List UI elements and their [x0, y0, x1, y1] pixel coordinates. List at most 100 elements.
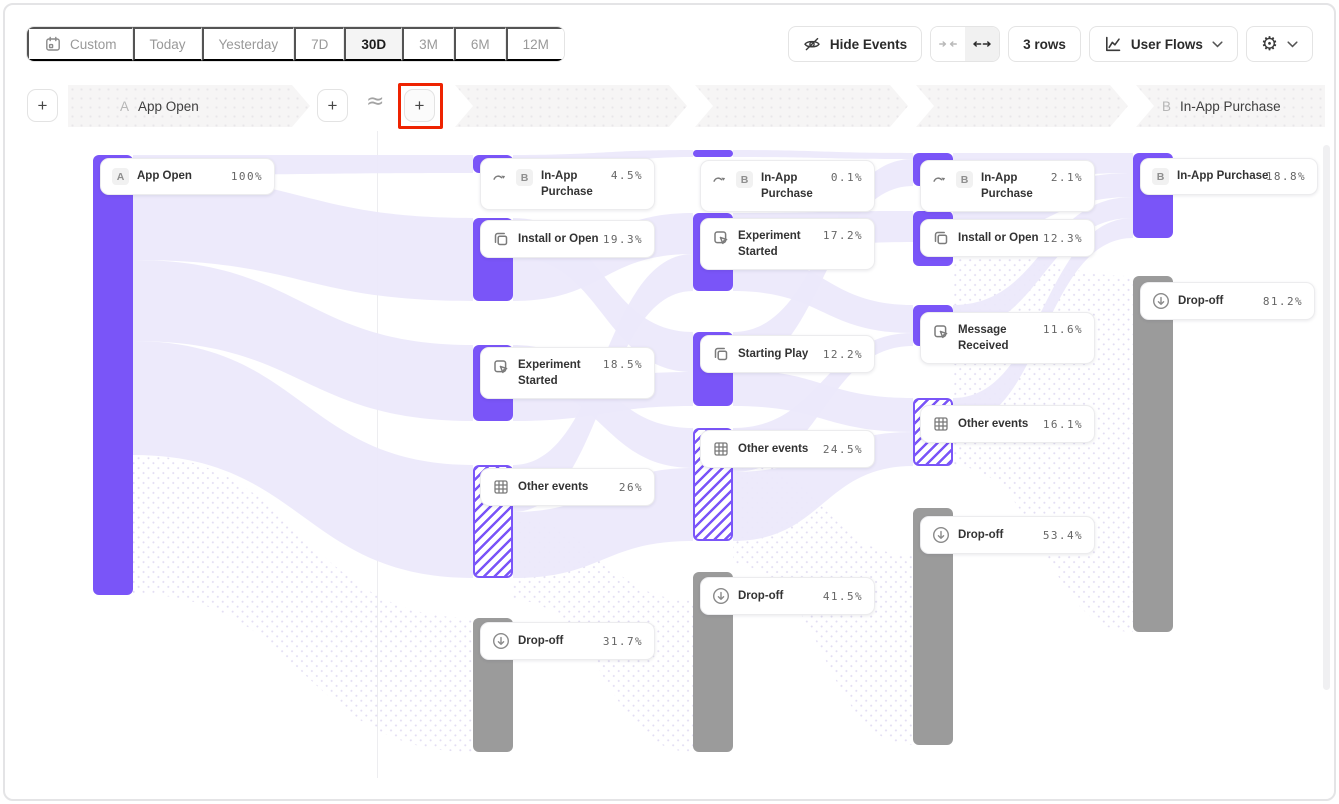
- date-range-label: Custom: [70, 37, 117, 52]
- node-percentage: 41.5%: [823, 590, 863, 603]
- eye-off-icon: [803, 35, 821, 53]
- rows-label: 3 rows: [1023, 37, 1066, 52]
- date-range-12m[interactable]: 12M: [506, 27, 564, 61]
- grid-icon: [932, 415, 950, 433]
- node-card-message-received-4[interactable]: Message Received11.6%: [920, 312, 1095, 364]
- node-percentage: 0.1%: [831, 171, 863, 184]
- node-percentage: 53.4%: [1043, 529, 1083, 542]
- node-label: Other events: [738, 441, 815, 457]
- node-card-in-app-purchase-4[interactable]: BIn-App Purchase2.1%: [920, 160, 1095, 212]
- date-range-label: 3M: [419, 37, 438, 52]
- node-card-experiment-started-2[interactable]: Experiment Started 18.5%: [480, 347, 655, 399]
- series-badge-a: A: [112, 168, 129, 185]
- node-percentage: 18.5%: [603, 358, 643, 371]
- date-range-label: 12M: [523, 37, 549, 52]
- drop-off-icon: [1152, 292, 1170, 310]
- node-label: In-App Purchase: [981, 170, 1043, 202]
- add-step-button-left[interactable]: +: [27, 89, 58, 122]
- node-label: Drop-off: [738, 588, 815, 604]
- series-badge-b: B: [1152, 168, 1169, 185]
- stacked-squares-icon: [932, 229, 950, 247]
- step-column-header-a[interactable]: A App Open: [68, 85, 310, 127]
- step-column-header-b[interactable]: B In-App Purchase: [1136, 85, 1325, 127]
- node-bar-drop-off-5[interactable]: [1133, 276, 1173, 632]
- trend-arrow-icon: [932, 171, 948, 187]
- settings-dropdown[interactable]: ⚙: [1246, 26, 1313, 62]
- node-card-drop-off-3[interactable]: Drop-off 41.5%: [700, 577, 875, 615]
- node-label: Drop-off: [518, 633, 595, 649]
- date-range-label: Today: [150, 37, 186, 52]
- node-percentage: 12.2%: [823, 348, 863, 361]
- node-percentage: 19.3%: [603, 233, 643, 246]
- expand-columns-button[interactable]: [965, 27, 999, 61]
- trend-arrow-icon: [712, 171, 728, 187]
- node-card-starting-play-3[interactable]: Starting Play 12.2%: [700, 335, 875, 373]
- view-selector-dropdown[interactable]: User Flows: [1089, 26, 1238, 62]
- calendar-icon: [44, 35, 62, 53]
- series-badge-b: B: [516, 169, 533, 186]
- node-card-other-events-3[interactable]: Other events 24.5%: [700, 430, 875, 468]
- node-card-other-events-2[interactable]: Other events26%: [480, 468, 655, 506]
- step-badge-b: B: [1162, 99, 1171, 114]
- node-card-in-app-purchase-5[interactable]: B In-App Purchase 18.8%: [1140, 158, 1318, 195]
- arrows-expand-icon: [973, 38, 991, 50]
- node-percentage: 12.3%: [1043, 232, 1083, 245]
- date-range-custom[interactable]: Custom: [27, 27, 133, 61]
- stacked-squares-icon: [492, 230, 510, 248]
- node-percentage: 24.5%: [823, 443, 863, 456]
- step-column-header-2[interactable]: [455, 85, 687, 127]
- node-percentage: 17.2%: [823, 229, 863, 242]
- stacked-squares-icon: [712, 345, 730, 363]
- rows-button[interactable]: 3 rows: [1008, 26, 1081, 62]
- node-label: Experiment Started: [518, 357, 595, 389]
- node-label: Install or Open: [958, 230, 1035, 246]
- date-range-30d[interactable]: 30D: [344, 27, 402, 61]
- add-step-button-mid[interactable]: +: [317, 89, 348, 122]
- node-label: In-App Purchase: [541, 168, 603, 200]
- step-column-header-3[interactable]: [695, 85, 908, 127]
- node-card-in-app-purchase-3[interactable]: BIn-App Purchase0.1%: [700, 160, 875, 212]
- node-label: In-App Purchase: [761, 170, 823, 202]
- node-card-experiment-started-3[interactable]: Experiment Started 17.2%: [700, 218, 875, 270]
- collapse-columns-button[interactable]: [931, 27, 965, 61]
- node-card-other-events-4[interactable]: Other events16.1%: [920, 405, 1095, 443]
- node-card-install-or-open-2[interactable]: Install or Open 19.3%: [480, 220, 655, 258]
- node-card-drop-off-5[interactable]: Drop-off 81.2%: [1140, 282, 1315, 320]
- chevron-down-icon: [1287, 41, 1298, 48]
- node-label: Message Received: [958, 322, 1035, 354]
- step-column-header-4[interactable]: [916, 85, 1128, 127]
- gear-icon: ⚙: [1261, 35, 1278, 54]
- date-range-3m[interactable]: 3M: [402, 27, 454, 61]
- grid-icon: [712, 440, 730, 458]
- node-label: Experiment Started: [738, 228, 815, 260]
- date-range-label: 6M: [471, 37, 490, 52]
- vertical-scrollbar[interactable]: [1323, 145, 1330, 690]
- node-percentage: 18.8%: [1266, 170, 1306, 183]
- node-percentage: 81.2%: [1263, 295, 1303, 308]
- date-range-today[interactable]: Today: [133, 27, 202, 61]
- node-percentage: 31.7%: [603, 635, 643, 648]
- node-bar-in-app-purchase-3[interactable]: [693, 150, 733, 157]
- hide-events-button[interactable]: Hide Events: [788, 26, 922, 62]
- node-card-drop-off-2[interactable]: Drop-off 31.7%: [480, 622, 655, 660]
- node-label: In-App Purchase: [1177, 168, 1258, 184]
- date-range-7d[interactable]: 7D: [294, 27, 344, 61]
- node-card-drop-off-4[interactable]: Drop-off53.4%: [920, 516, 1095, 554]
- node-card-install-or-open-4[interactable]: Install or Open 12.3%: [920, 219, 1095, 257]
- node-percentage: 100%: [231, 170, 263, 183]
- date-range-yesterday[interactable]: Yesterday: [202, 27, 295, 61]
- date-range-6m[interactable]: 6M: [454, 27, 506, 61]
- highlight-red-box: [398, 83, 443, 129]
- arrows-collapse-icon: [939, 38, 957, 50]
- node-card-app-open-1[interactable]: AApp Open100%: [100, 158, 275, 195]
- drop-off-icon: [712, 587, 730, 605]
- node-label: Install or Open: [518, 231, 595, 247]
- node-label: Starting Play: [738, 346, 815, 362]
- node-label: Drop-off: [1178, 293, 1255, 309]
- date-range-selector: Custom Today Yesterday7D30D 3M 6M 12M: [26, 26, 565, 62]
- node-bar-app-open-1[interactable]: [93, 155, 133, 595]
- node-percentage: 2.1%: [1051, 171, 1083, 184]
- node-card-in-app-purchase-2[interactable]: BIn-App Purchase4.5%: [480, 158, 655, 210]
- view-selector-label: User Flows: [1131, 37, 1203, 52]
- toolbar: Custom Today Yesterday7D30D 3M 6M 12M Hide Ev…: [26, 26, 1313, 62]
